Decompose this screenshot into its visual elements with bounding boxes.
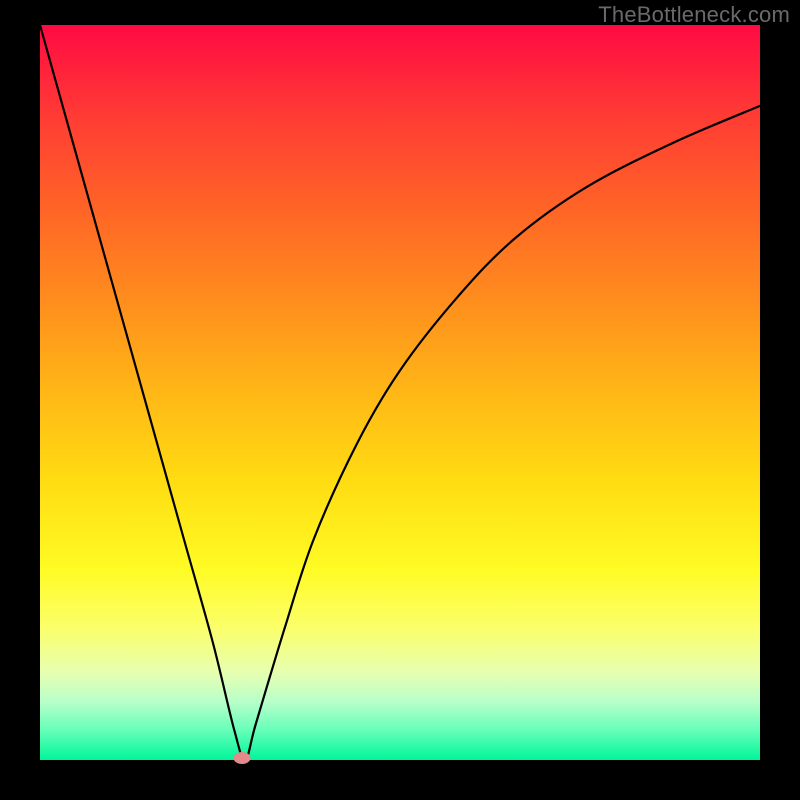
- optimal-point-marker: [233, 752, 250, 764]
- bottleneck-curve: [40, 25, 760, 760]
- chart-frame: TheBottleneck.com: [0, 0, 800, 800]
- watermark-text: TheBottleneck.com: [598, 2, 790, 28]
